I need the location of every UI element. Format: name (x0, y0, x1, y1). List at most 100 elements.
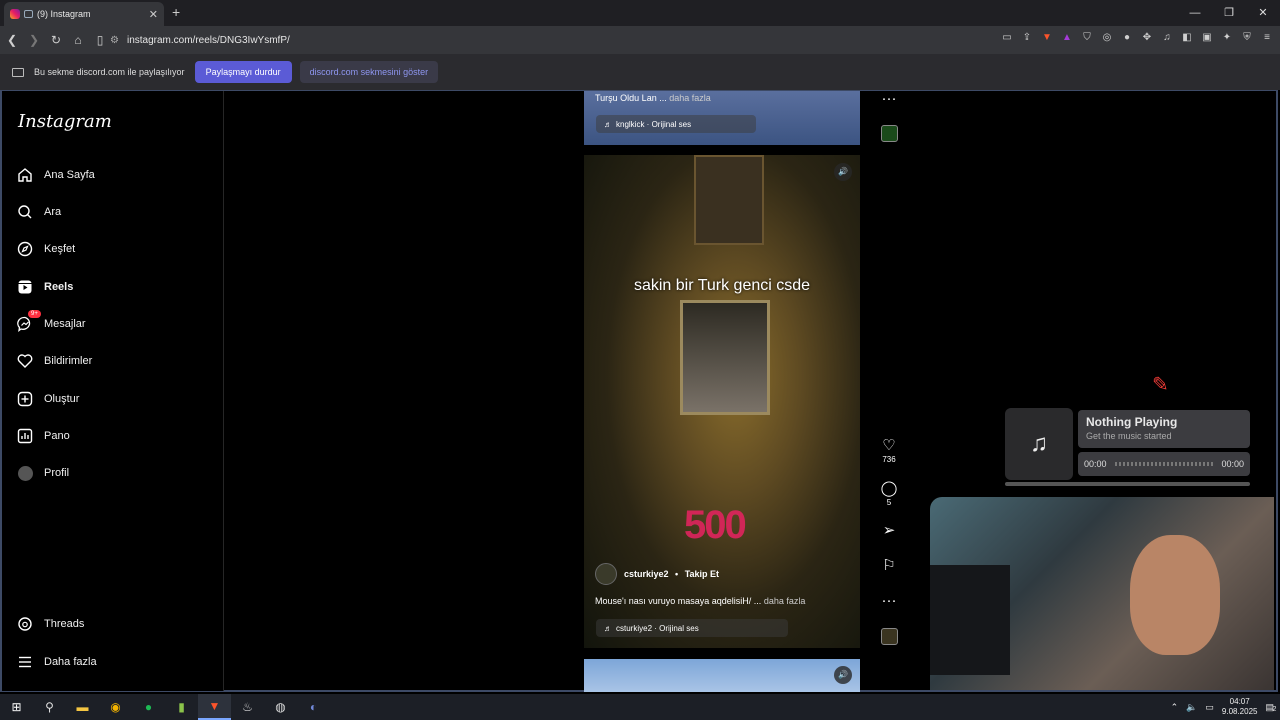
back-icon[interactable]: ❮ (2, 33, 22, 47)
brave-icon[interactable]: ▼ (198, 694, 231, 720)
clock[interactable]: 04:07 9.08.2025 (1222, 697, 1258, 717)
save-button[interactable]: ⚐ (876, 557, 902, 575)
reload-icon[interactable]: ↻ (46, 33, 66, 47)
video-frame-window (680, 300, 770, 415)
shield-icon[interactable]: ⛉ (1080, 30, 1094, 46)
show-tab-button[interactable]: discord.com sekmesini göster (299, 61, 439, 83)
wallet-icon[interactable]: ▣ (1200, 30, 1214, 46)
speaker-icon[interactable]: 🔈 (1186, 702, 1197, 713)
bookmark-icon[interactable]: ▯ (90, 33, 110, 47)
restore-icon[interactable]: ❐ (1212, 0, 1246, 26)
extension-icon[interactable]: ◎ (1100, 30, 1114, 46)
site-info-icon[interactable]: ⚙ (110, 35, 119, 46)
sidebar-item-search[interactable]: Ara (16, 200, 61, 224)
vpn-icon[interactable]: ⛨ (1240, 30, 1254, 46)
brave-shield-icon[interactable]: ▼ (1040, 30, 1054, 46)
leo-icon[interactable]: ✦ (1220, 30, 1234, 46)
tab-audio-icon (24, 10, 33, 18)
audio-thumbnail[interactable] (880, 125, 898, 142)
more-link[interactable]: daha fazla (764, 596, 806, 606)
more-options-icon[interactable]: ··· (876, 592, 902, 610)
url-text: instagram.com/reels/DNG3IwYsmfP/ (126, 34, 290, 46)
heart-icon: ♡ (882, 437, 896, 454)
close-tab-icon[interactable]: ✕ (149, 8, 158, 21)
network-icon[interactable]: ▭ (1205, 702, 1214, 713)
sidebar-item-reels[interactable]: Reels (16, 275, 73, 299)
sidebar-item-label: Ara (44, 206, 62, 218)
address-bar[interactable]: ⚙ instagram.com/reels/DNG3IwYsmfP/ (110, 30, 970, 50)
comment-icon: ◯ (880, 480, 898, 497)
follow-button[interactable]: Takip Et (685, 569, 719, 579)
separator-dot: • (675, 569, 679, 579)
heart-icon (16, 352, 34, 370)
reel-video[interactable]: 🔊 sakin bir Turk genci csde 500 csturkiy… (584, 155, 860, 648)
music-icon[interactable]: ♫ (1160, 30, 1174, 46)
send-icon: ➢ (882, 522, 896, 539)
new-tab-button[interactable]: + (172, 4, 180, 20)
close-window-icon[interactable]: ✕ (1246, 0, 1280, 26)
more-options-icon[interactable]: ··· (876, 90, 902, 108)
menu-icon[interactable]: ≡ (1260, 30, 1274, 46)
reel-caption: Turşu Oldu Lan ... (595, 93, 667, 103)
notification-badge: 9+ (28, 310, 41, 318)
home-browser-icon[interactable]: ⌂ (68, 33, 88, 47)
window-controls: — ❐ ✕ (1178, 0, 1280, 26)
discord-icon[interactable]: ◐ (297, 694, 330, 720)
share-button[interactable]: ➢ (876, 522, 902, 540)
circle-icon[interactable]: ● (1120, 30, 1134, 46)
sidebar-item-threads[interactable]: Threads (16, 612, 84, 636)
chevron-up-icon[interactable]: ⌃ (1171, 702, 1179, 713)
forward-icon[interactable]: ❯ (24, 33, 44, 47)
puzzle-icon[interactable]: ✥ (1140, 30, 1154, 46)
brave-rewards-icon[interactable]: ▲ (1060, 30, 1074, 46)
tab-sharing-bar: Bu sekme discord.com ile paylaşılıyor Pa… (0, 54, 1280, 90)
steam-icon[interactable]: ♨ (231, 694, 264, 720)
obs-icon[interactable]: ◍ (264, 694, 297, 720)
next-reel[interactable]: 🔊 (584, 659, 860, 692)
start-icon[interactable]: ⊞ (0, 694, 33, 720)
audio-label: csturkiye2 · Orijinal ses (616, 623, 699, 633)
player-timeline: 00:00 00:00 (1078, 452, 1250, 476)
instagram-logo[interactable]: Instagram (18, 111, 112, 132)
sidebar-item-more[interactable]: Daha fazla (16, 650, 97, 674)
comment-button[interactable]: ◯ 5 (876, 480, 902, 507)
sidebar-icon[interactable]: ◧ (1180, 30, 1194, 46)
bookmark-icon: ⚐ (882, 557, 896, 574)
volume-icon[interactable]: 🔊 (834, 163, 852, 181)
search-icon[interactable]: ⚲ (33, 694, 66, 720)
sidebar-item-dashboard[interactable]: Pano (16, 424, 70, 448)
sidebar-item-profile[interactable]: Profil (16, 461, 69, 485)
player-title: Nothing Playing (1086, 415, 1178, 429)
time-end: 00:00 (1221, 459, 1244, 469)
spotify-icon[interactable]: ● (132, 694, 165, 720)
reel-audio[interactable]: ♬ csturkiye2 · Orijinal ses (596, 619, 788, 637)
file-explorer-icon[interactable]: ▬ (66, 694, 99, 720)
notification-center-icon[interactable]: ▤ 2 (1265, 702, 1276, 713)
minimize-icon[interactable]: — (1178, 0, 1212, 26)
screen-share-icon (12, 67, 24, 77)
app-icon[interactable]: ▮ (165, 694, 198, 720)
browser-tab[interactable]: (9) Instagram ✕ (4, 2, 164, 26)
previous-reel[interactable]: Turşu Oldu Lan ... daha fazla ♬ knglkick… (584, 91, 860, 145)
more-link[interactable]: daha fazla (669, 93, 711, 103)
audio-thumbnail[interactable] (880, 628, 898, 645)
cast-icon[interactable]: ▭ (1000, 30, 1014, 46)
sidebar-item-label: Keşfet (44, 243, 76, 255)
sidebar-item-explore[interactable]: Keşfet (16, 237, 75, 261)
volume-icon[interactable]: 🔊 (834, 666, 852, 684)
chrome-icon[interactable]: ◉ (99, 694, 132, 720)
avatar[interactable] (595, 563, 617, 585)
stop-sharing-button[interactable]: Paylaşmayı durdur (194, 61, 292, 83)
reel-audio[interactable]: ♬ knglkick · Orijinal ses (596, 115, 756, 133)
share-icon[interactable]: ⇪ (1020, 30, 1034, 46)
sidebar-item-label: Ana Sayfa (44, 169, 95, 181)
sidebar-item-create[interactable]: Oluştur (16, 387, 79, 411)
sidebar-item-home[interactable]: Ana Sayfa (16, 163, 95, 187)
messenger-icon: 9+ (16, 310, 41, 333)
sidebar-item-notifications[interactable]: Bildirimler (16, 349, 92, 373)
reel-username[interactable]: csturkiye2 (624, 569, 669, 579)
sidebar-item-label: Bildirimler (44, 355, 93, 367)
browser-toolbar: ❮ ❯ ↻ ⌂ ▯ ⚙ instagram.com/reels/DNG3IwYs… (0, 26, 1280, 54)
like-button[interactable]: ♡ 736 (876, 437, 902, 464)
sidebar-item-messages[interactable]: 9+ Mesajlar (16, 310, 86, 336)
